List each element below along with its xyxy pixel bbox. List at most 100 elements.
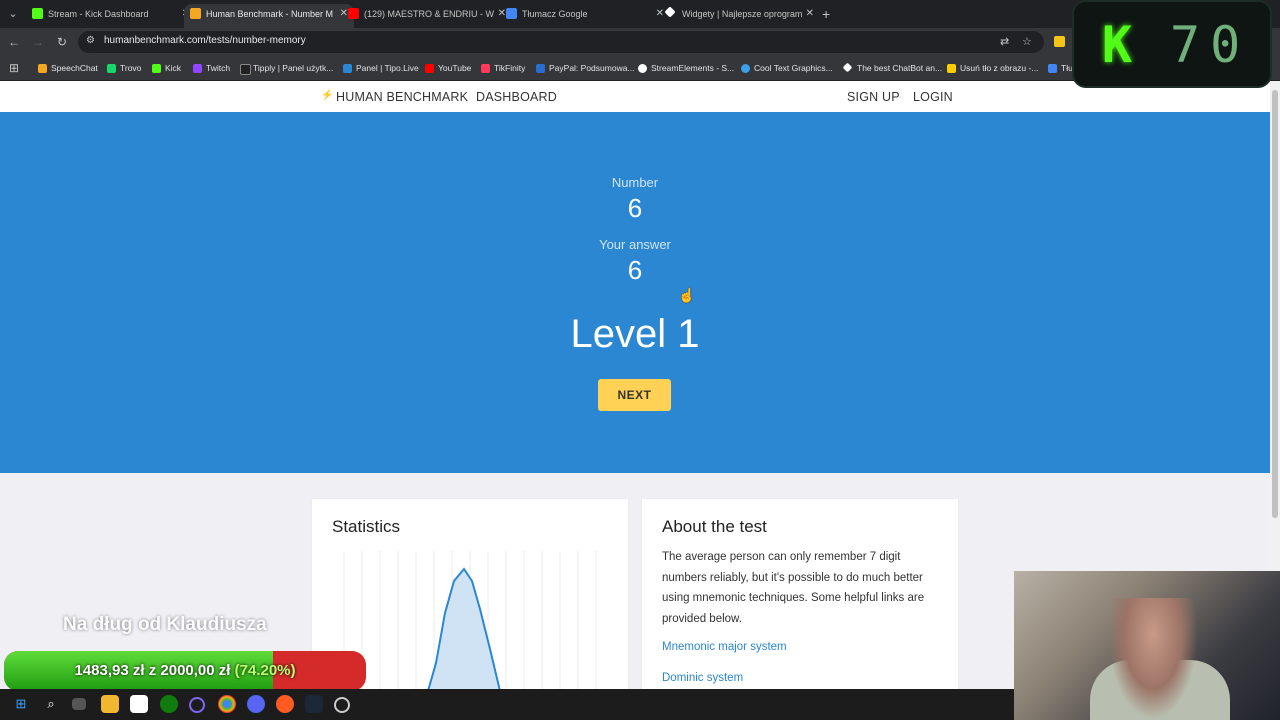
mnemonic-major-system-link[interactable]: Mnemonic major system [662, 641, 787, 653]
bookmark-label: Tipply | Panel użytk... [253, 63, 334, 73]
bookmark-label: PayPal: Podsumowa... [549, 63, 635, 73]
level-heading: Level 1 [570, 312, 700, 356]
goal-separator: z [148, 662, 157, 679]
tipo-icon [343, 64, 352, 73]
bookmark-label: Twitch [206, 63, 231, 73]
search-icon[interactable]: ⌕ [42, 695, 60, 713]
url-text[interactable]: humanbenchmark.com/tests/number-memory [104, 35, 306, 46]
dashboard-link[interactable]: DASHBOARD [476, 90, 557, 104]
streamelements-icon [638, 64, 647, 73]
notepad-icon[interactable] [130, 695, 148, 713]
next-button[interactable]: NEXT [598, 379, 671, 411]
goal-title: Na dług od Klaudiusza [63, 614, 267, 635]
bookmark-label: StreamElements - S... [651, 63, 735, 73]
signup-link[interactable]: SIGN UP [847, 90, 900, 104]
about-card: About the test The average person can on… [642, 499, 958, 720]
obs-icon[interactable] [334, 697, 350, 713]
windows-taskbar [0, 689, 1014, 720]
new-tab-icon[interactable]: + [822, 4, 830, 24]
chatbot-icon [842, 62, 853, 73]
tipply-icon [240, 64, 251, 75]
webcam-person-face [1108, 598, 1198, 720]
bookmark-twitch[interactable]: Twitch [193, 61, 230, 75]
scrollbar-thumb[interactable] [1272, 90, 1278, 518]
about-description: The average person can only remember 7 d… [662, 551, 925, 625]
goal-progress-text: 1483,93 zł z 2000,00 zł (74.20%) [4, 662, 366, 679]
bookmark-star-icon[interactable]: ☆ [1022, 35, 1032, 48]
bookmark-label: Kick [165, 63, 182, 73]
cooltext-icon [741, 64, 750, 73]
apps-grid-icon[interactable]: ⊞ [6, 60, 22, 76]
bookmark-kick[interactable]: Kick [152, 61, 181, 75]
bookmark-cooltext[interactable]: Cool Text Graphics... [741, 61, 833, 75]
translate-favicon-icon [506, 8, 517, 19]
dominic-system-link[interactable]: Dominic system [662, 672, 743, 684]
lightning-bolt-icon: ⚡ [321, 90, 334, 101]
tab-title: Stream - Kick Dashboard [48, 9, 149, 19]
tikfinity-icon [481, 64, 490, 73]
extension-icon[interactable] [1054, 36, 1065, 47]
translate-icon[interactable]: ⇄ [1000, 35, 1009, 48]
forward-arrow-icon[interactable]: → [30, 34, 46, 50]
xbox-icon[interactable] [160, 695, 178, 713]
youtube-favicon-icon [348, 8, 359, 19]
cortana-icon[interactable] [189, 697, 205, 713]
youtube-icon [425, 64, 434, 73]
tab-title: Widgety | Najlepsze oprogram [682, 9, 803, 19]
bookmark-label: TikFinity [494, 63, 526, 73]
answer-value: 6 [627, 255, 643, 285]
brand-link[interactable]: HUMAN BENCHMARK [336, 90, 468, 104]
translate-icon [1048, 64, 1057, 73]
close-tab-icon[interactable]: ✕ [806, 4, 814, 24]
login-link[interactable]: LOGIN [913, 90, 953, 104]
number-label: Number [611, 175, 659, 190]
bookmark-streamelements[interactable]: StreamElements - S... [638, 61, 734, 75]
bookmark-speechchat[interactable]: SpeechChat [38, 61, 98, 75]
bookmark-paypal[interactable]: PayPal: Podsumowa... [536, 61, 635, 75]
site-info-icon[interactable]: ⚙ [86, 35, 95, 46]
tab-title: Human Benchmark - Number M [206, 9, 334, 19]
goal-target: 2000,00 zł [160, 662, 231, 679]
tab-youtube[interactable]: (129) MAESTRO & ENDRIU - W ✕ [342, 4, 512, 28]
distribution-area [428, 569, 500, 691]
tab-title: Tłumacz Google [522, 9, 588, 19]
back-arrow-icon[interactable]: ← [6, 34, 22, 50]
discord-icon[interactable] [247, 695, 265, 713]
address-bar[interactable]: ⚙ humanbenchmark.com/tests/number-memory… [78, 31, 1044, 53]
windows-start-icon[interactable]: ⊞ [12, 695, 30, 713]
about-title: About the test [662, 517, 767, 536]
file-explorer-icon[interactable] [101, 695, 119, 713]
kick-icon [152, 64, 161, 73]
speechchat-icon [38, 64, 47, 73]
tab-search-chevron-icon[interactable]: ⌄ [4, 5, 22, 23]
tab-widgety[interactable]: Widgety | Najlepsze oprogram ✕ [660, 4, 820, 28]
steam-icon[interactable] [305, 695, 323, 713]
goal-progress-bar: 1483,93 zł z 2000,00 zł (74.20%) [4, 651, 366, 691]
bookmark-chatbot[interactable]: The best ChatBot an... [842, 61, 942, 75]
bookmark-label: Cool Text Graphics... [754, 63, 833, 73]
bookmark-label: Panel | Tipo.Live [356, 63, 419, 73]
bookmark-remove-bg[interactable]: Usuń tło z obrazu -... [947, 61, 1038, 75]
kick-counter-value: 70 [1170, 16, 1251, 74]
app-icon[interactable] [276, 695, 294, 713]
reload-icon[interactable]: ↻ [54, 34, 70, 50]
chrome-icon[interactable] [218, 695, 236, 713]
distribution-chart [343, 551, 597, 691]
bookmark-translate[interactable]: Tłu [1048, 61, 1073, 75]
bookmark-tipo[interactable]: Panel | Tipo.Live [343, 61, 419, 75]
bookmark-label: YouTube [438, 63, 472, 73]
widget-favicon-icon [664, 6, 676, 18]
bookmark-label: Usuń tło z obrazu -... [960, 63, 1039, 73]
tab-kick-dashboard[interactable]: Stream - Kick Dashboard ✕ [26, 4, 196, 28]
tab-google-translate[interactable]: Tłumacz Google ✕ [500, 4, 670, 28]
bookmark-label: SpeechChat [51, 63, 98, 73]
task-view-icon[interactable] [72, 698, 86, 710]
kick-logo-icon: K [1102, 16, 1133, 74]
bookmark-trovo[interactable]: Trovo [107, 61, 141, 75]
bookmark-tipply[interactable]: Tipply | Panel użytk... [240, 61, 333, 75]
bookmark-tikfinity[interactable]: TikFinity [481, 61, 525, 75]
test-hero: Number 6 Your answer 6 Level 1 NEXT ☝ [0, 112, 1270, 473]
paypal-icon [536, 64, 545, 73]
tab-human-benchmark[interactable]: Human Benchmark - Number M ✕ [184, 4, 354, 28]
bookmark-youtube[interactable]: YouTube [425, 61, 471, 75]
